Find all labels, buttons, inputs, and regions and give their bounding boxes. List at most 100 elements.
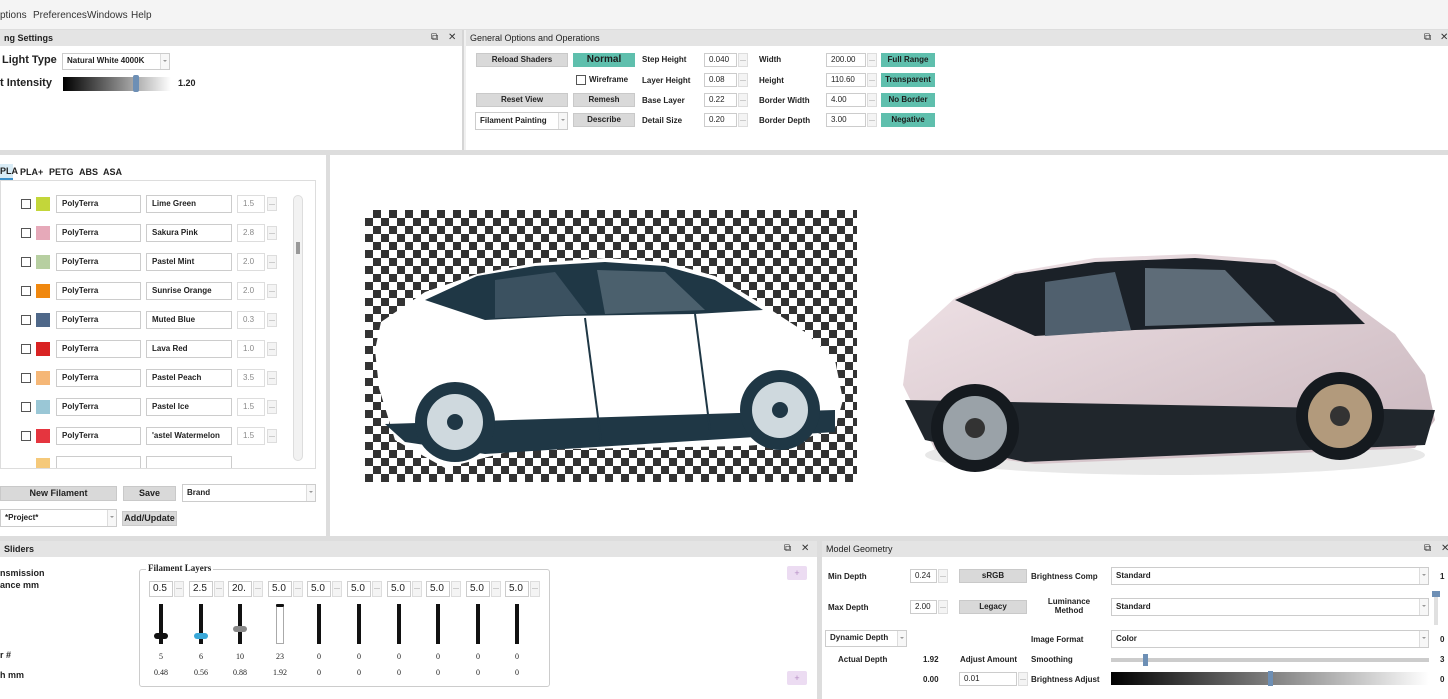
- reload-shaders-button[interactable]: Reload Shaders: [476, 53, 568, 67]
- legacy-button[interactable]: Legacy: [959, 600, 1027, 614]
- value-stepper[interactable]: [267, 400, 277, 414]
- layer-slider[interactable]: [312, 604, 326, 644]
- name-field[interactable]: Sunrise Orange: [146, 282, 232, 300]
- tab-asa[interactable]: ASA: [103, 167, 122, 177]
- close-icon[interactable]: ✕: [801, 541, 809, 557]
- slider-thumb[interactable]: [154, 633, 168, 639]
- layer-value-stepper[interactable]: [214, 581, 224, 597]
- intensity-slider[interactable]: [63, 75, 171, 92]
- list-item[interactable]: PolyTerra 'astel Watermelon 1.5: [1, 427, 301, 456]
- layer-value-stepper[interactable]: [530, 581, 540, 597]
- list-item[interactable]: PolyTerra Pastel Ice 1.5: [1, 398, 301, 427]
- base-layer-stepper[interactable]: [738, 93, 748, 107]
- luminance-method-select[interactable]: Standard: [1111, 598, 1429, 616]
- filament-checkbox[interactable]: [21, 315, 31, 325]
- layer-slider[interactable]: [431, 604, 445, 644]
- image-format-select[interactable]: Color: [1111, 630, 1429, 648]
- layer-value-input[interactable]: 5.0: [426, 581, 450, 597]
- adjust-amount-input[interactable]: 0.01: [959, 672, 1017, 686]
- reset-view-button[interactable]: Reset View: [476, 93, 568, 107]
- brand-field[interactable]: PolyTerra: [56, 282, 141, 300]
- tab-petg[interactable]: PETG: [49, 167, 74, 177]
- normal-button[interactable]: Normal: [573, 53, 635, 67]
- width-stepper[interactable]: [867, 53, 877, 67]
- save-button[interactable]: Save: [123, 486, 176, 501]
- brand-field[interactable]: PolyTerra: [56, 311, 141, 329]
- mode-select[interactable]: Filament Painting: [475, 112, 568, 130]
- light-type-select[interactable]: Natural White 4000K: [62, 53, 170, 70]
- list-item[interactable]: PolyTerra Pastel Mint 2.0: [1, 253, 301, 282]
- filament-checkbox[interactable]: [21, 373, 31, 383]
- slider-thumb[interactable]: [1143, 654, 1148, 666]
- slider-thumb[interactable]: [233, 626, 247, 632]
- step-height-stepper[interactable]: [738, 53, 748, 67]
- menu-preferences[interactable]: Preferences: [33, 10, 87, 21]
- adjust-amount-stepper[interactable]: [1018, 672, 1028, 686]
- add-layer-button-bottom[interactable]: +: [787, 671, 807, 685]
- value-stepper[interactable]: [267, 226, 277, 240]
- layer-value-stepper[interactable]: [412, 581, 422, 597]
- viewport[interactable]: [330, 155, 1448, 536]
- float-icon[interactable]: ⧉: [1424, 30, 1431, 46]
- name-field[interactable]: Pastel Mint: [146, 253, 232, 271]
- value-stepper[interactable]: [267, 371, 277, 385]
- list-item[interactable]: PolyTerra Pastel Peach 3.5: [1, 369, 301, 398]
- value-field[interactable]: 2.0: [237, 253, 265, 271]
- min-depth-stepper[interactable]: [938, 569, 948, 583]
- brand-field[interactable]: PolyTerra: [56, 253, 141, 271]
- add-layer-button[interactable]: +: [787, 566, 807, 580]
- layer-slider[interactable]: [392, 604, 406, 644]
- brand-field[interactable]: PolyTerra: [56, 398, 141, 416]
- value-field[interactable]: 1.5: [237, 427, 265, 445]
- layer-value-input[interactable]: 20.: [228, 581, 252, 597]
- list-item[interactable]: PolyTerra Lava Red 1.0: [1, 340, 301, 369]
- name-field[interactable]: Pastel Ice: [146, 398, 232, 416]
- value-stepper[interactable]: [267, 255, 277, 269]
- layer-value-stepper[interactable]: [293, 581, 303, 597]
- min-depth-input[interactable]: 0.24: [910, 569, 937, 583]
- brand-field[interactable]: PolyTerra: [56, 340, 141, 358]
- vertical-scroll-slider[interactable]: [1432, 591, 1440, 625]
- list-item[interactable]: PolyTerra Muted Blue 0.3: [1, 311, 301, 340]
- border-width-input[interactable]: 4.00: [826, 93, 866, 107]
- detail-size-stepper[interactable]: [738, 113, 748, 127]
- layer-slider[interactable]: [352, 604, 366, 644]
- layer-value-stepper[interactable]: [491, 581, 501, 597]
- close-icon[interactable]: ✕: [1440, 30, 1448, 46]
- layer-value-stepper[interactable]: [451, 581, 461, 597]
- filament-checkbox[interactable]: [21, 199, 31, 209]
- brand-field[interactable]: PolyTerra: [56, 224, 141, 242]
- negative-button[interactable]: Negative: [881, 113, 935, 127]
- border-depth-stepper[interactable]: [867, 113, 877, 127]
- transparent-button[interactable]: Transparent: [881, 73, 935, 87]
- value-stepper[interactable]: [267, 342, 277, 356]
- value-stepper[interactable]: [267, 284, 277, 298]
- add-update-button[interactable]: Add/Update: [122, 511, 177, 526]
- name-field[interactable]: Lime Green: [146, 195, 232, 213]
- value-stepper[interactable]: [267, 429, 277, 443]
- layer-value-input[interactable]: 5.0: [268, 581, 292, 597]
- base-layer-input[interactable]: 0.22: [704, 93, 737, 107]
- value-field[interactable]: 0.3: [237, 311, 265, 329]
- filament-checkbox[interactable]: [21, 344, 31, 354]
- value-field[interactable]: 3.5: [237, 369, 265, 387]
- layer-value-input[interactable]: 5.0: [347, 581, 371, 597]
- border-width-stepper[interactable]: [867, 93, 877, 107]
- layer-value-input[interactable]: 2.5: [189, 581, 213, 597]
- layer-slider[interactable]: [471, 604, 485, 644]
- value-field[interactable]: 2.0: [237, 282, 265, 300]
- layer-value-stepper[interactable]: [332, 581, 342, 597]
- detail-size-input[interactable]: 0.20: [704, 113, 737, 127]
- layer-value-input[interactable]: 5.0: [466, 581, 490, 597]
- filament-checkbox[interactable]: [21, 402, 31, 412]
- layer-value-input[interactable]: 0.5: [149, 581, 173, 597]
- height-input[interactable]: 110.60: [826, 73, 866, 87]
- tab-abs[interactable]: ABS: [79, 167, 98, 177]
- layer-height-input[interactable]: 0.08: [704, 73, 737, 87]
- srgb-button[interactable]: sRGB: [959, 569, 1027, 583]
- step-height-input[interactable]: 0.040: [704, 53, 737, 67]
- float-icon[interactable]: ⧉: [784, 541, 791, 557]
- menu-windows[interactable]: Windows: [87, 10, 128, 21]
- layer-slider[interactable]: [154, 604, 168, 644]
- name-field[interactable]: Sakura Pink: [146, 224, 232, 242]
